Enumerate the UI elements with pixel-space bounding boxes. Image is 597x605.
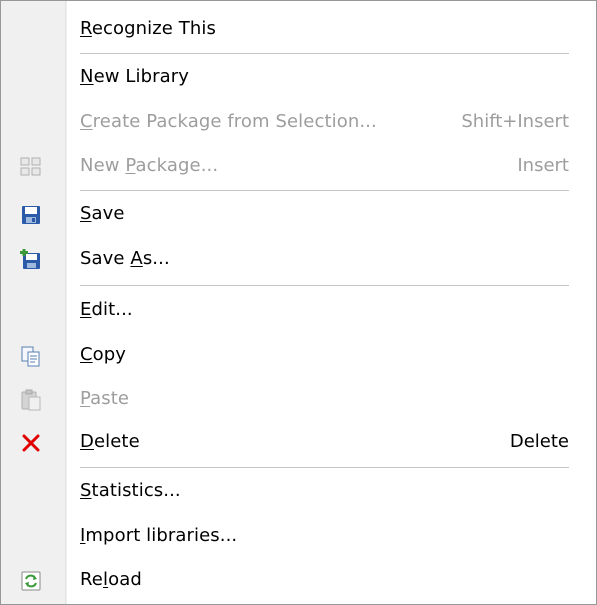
menu-item-label: Statistics... [80, 480, 181, 501]
menu-item-save[interactable]: Save [0, 193, 597, 237]
menu-item-paste[interactable]: Paste [0, 378, 597, 422]
menu-item-shortcut: Insert [517, 155, 569, 176]
menu-item-label: Recognize This [80, 18, 216, 39]
menu-item-recognize-this[interactable]: Recognize This [0, 8, 597, 52]
save-as-icon [20, 249, 40, 269]
copy-icon [21, 346, 40, 367]
menu-separator [80, 467, 569, 469]
menu-item-edit[interactable]: Edit... [0, 289, 597, 333]
reload-icon [21, 571, 41, 591]
menu-item-label: Copy [80, 344, 127, 365]
menu-item-label: New Package... [80, 155, 219, 176]
menu-item-label: Edit... [80, 299, 133, 320]
menu-item-label: Reload [80, 569, 142, 590]
floppy-disk-icon [22, 206, 40, 224]
menu-item-label: Delete [80, 431, 140, 452]
menu-item-statistics[interactable]: Statistics... [0, 470, 597, 514]
menu-item-delete[interactable]: Delete Delete [0, 421, 597, 465]
menu-separator [80, 285, 569, 287]
red-x-icon [22, 434, 40, 452]
menu-item-label: Save As... [80, 248, 170, 269]
menu-separator [80, 190, 569, 192]
menu-item-copy[interactable]: Copy [0, 334, 597, 378]
menu-item-reload[interactable]: Reload [0, 559, 597, 603]
menu-item-create-package-from-selection[interactable]: Create Package from Selection... Shift+I… [0, 101, 597, 145]
menu-item-label: New Library [80, 66, 190, 87]
menu-item-new-library[interactable]: New Library [0, 56, 597, 100]
menu-item-new-package[interactable]: New Package... Insert [0, 145, 597, 189]
menu-item-label: Create Package from Selection... [80, 111, 377, 132]
package-grid-icon [20, 157, 41, 176]
menu-item-save-as[interactable]: Save As... [0, 238, 597, 282]
menu-item-label: Paste [80, 388, 130, 409]
menu-item-shortcut: Shift+Insert [461, 111, 569, 132]
menu-item-label: Import libraries... [80, 525, 238, 546]
menu-item-import-libraries[interactable]: Import libraries... [0, 515, 597, 559]
paste-icon [21, 389, 41, 411]
menu-separator [80, 53, 569, 55]
menu-item-shortcut: Delete [509, 431, 569, 452]
menu-item-label: Save [80, 203, 125, 224]
